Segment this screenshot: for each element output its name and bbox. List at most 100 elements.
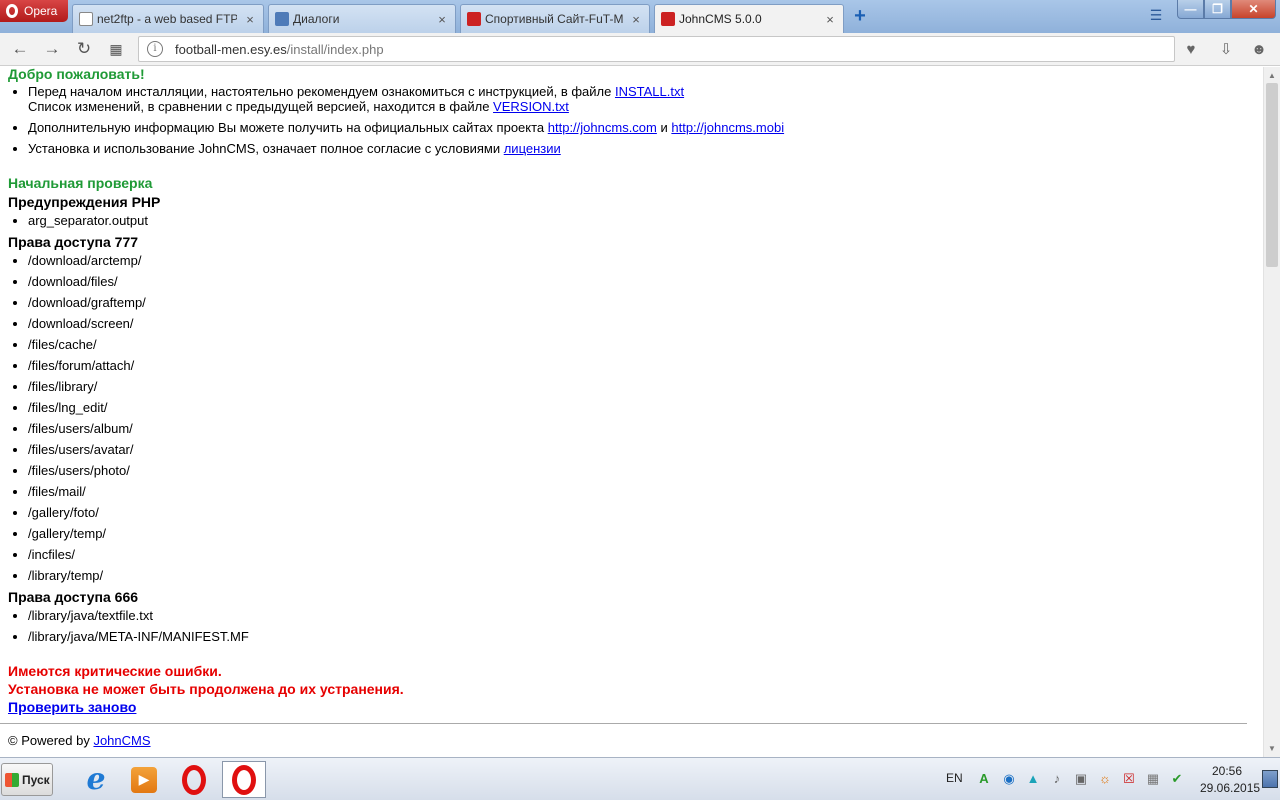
show-desktop-button[interactable] [1262, 770, 1278, 788]
tray-swirl-icon[interactable]: ☼ [1096, 770, 1114, 788]
start-label: Пуск [22, 772, 50, 787]
permissions-666-list: /library/java/textfile.txt/library/java/… [8, 608, 249, 644]
maximize-button[interactable]: ❐ [1204, 0, 1231, 19]
forward-arrow-icon[interactable]: → [40, 38, 64, 60]
clock-time[interactable]: 20:56 [1212, 764, 1242, 778]
opera-taskbar-icon[interactable] [172, 761, 216, 798]
address-url: football-men.esy.es/install/index.php [175, 42, 384, 57]
list-item: Установка и использование JohnCMS, означ… [8, 141, 784, 156]
permissions-777-list: /download/arctemp/ /download/files/ /downl… [8, 253, 146, 583]
tab-dialogs[interactable]: Диалоги × [268, 4, 456, 33]
list-item: arg_separator.output [8, 213, 148, 228]
version-txt-link[interactable]: VERSION.txt [493, 99, 569, 114]
tray-shirt-icon[interactable]: ▲ [1024, 770, 1042, 788]
tab-net2ftp[interactable]: net2ftp - a web based FTP × [72, 4, 264, 33]
back-arrow-icon[interactable]: ← [8, 38, 32, 60]
list-item: /files/forum/attach/ [8, 358, 146, 373]
media-player-icon[interactable]: ▶ [122, 761, 166, 798]
critical-errors-message: Имеются критические ошибки. [8, 663, 222, 679]
johncms-mobi-link[interactable]: http://johncms.mobi [671, 120, 784, 135]
list-item: /gallery/foto/ [8, 505, 146, 520]
browser-toolbar: ← → ↻ ▦ i football-men.esy.es/install/in… [0, 33, 1280, 66]
tab-johncms[interactable]: JohnCMS 5.0.0 × [654, 4, 844, 33]
safely-remove-icon[interactable]: ✔ [1168, 770, 1186, 788]
intro-list: Перед началом инсталляции, настоятельно … [8, 84, 784, 156]
intro-text: Список изменений, в сравнении с предыдущ… [28, 99, 494, 114]
permissions-777-heading: Права доступа 777 [8, 234, 139, 250]
volume-icon[interactable]: ♪ [1048, 770, 1066, 788]
scrollbar-thumb[interactable] [1266, 83, 1278, 267]
account-icon[interactable]: ☻ [1248, 39, 1270, 61]
intro-text: Перед началом инсталляции, настоятельно … [28, 84, 615, 99]
list-item: /download/files/ [8, 274, 146, 289]
footer: © Powered by JohnCMS [8, 733, 151, 748]
johncms-footer-link[interactable]: JohnCMS [93, 733, 150, 748]
power-plug-icon[interactable]: ▣ [1072, 770, 1090, 788]
recheck-link[interactable]: Проверить заново [8, 699, 136, 715]
language-indicator[interactable]: EN [946, 771, 963, 785]
net2ftp-favicon-icon [79, 12, 93, 26]
list-item: /incfiles/ [8, 547, 146, 562]
url-path: /install/index.php [286, 41, 384, 57]
minimize-button[interactable]: — [1177, 0, 1204, 19]
initial-check-heading: Начальная проверка [8, 175, 153, 191]
list-item: Дополнительную информацию Вы можете полу… [8, 120, 784, 135]
list-item: /files/cache/ [8, 337, 146, 352]
list-item: /files/mail/ [8, 484, 146, 499]
tab-sports-site[interactable]: Спортивный Сайт-FuT-M × [460, 4, 650, 33]
url-domain: football-men.esy.es [175, 41, 287, 57]
tab-title: Диалоги [293, 12, 340, 26]
php-warnings-list: arg_separator.output [8, 213, 148, 228]
list-item: /library/temp/ [8, 568, 146, 583]
site-info-icon[interactable]: i [147, 41, 163, 57]
speed-dial-grid-icon[interactable]: ▦ [104, 38, 128, 60]
johncms-com-link[interactable]: http://johncms.com [548, 120, 657, 135]
list-item: /gallery/temp/ [8, 526, 146, 541]
cms-favicon-icon [661, 12, 675, 26]
footer-divider [0, 723, 1247, 724]
intro-text: и [656, 120, 672, 135]
list-item: /files/users/photo/ [8, 463, 146, 478]
network-signal-icon[interactable]: ▦ [1144, 770, 1162, 788]
download-icon[interactable]: ⇩ [1215, 39, 1237, 61]
tab-close-icon[interactable]: × [823, 12, 837, 27]
new-tab-button[interactable]: + [850, 6, 870, 27]
tab-close-icon[interactable]: × [629, 12, 643, 27]
scroll-up-arrow-icon[interactable]: ▲ [1264, 67, 1280, 84]
tray-shield-icon[interactable]: ◉ [1000, 770, 1018, 788]
opera-logo-icon [6, 4, 18, 18]
opera-menu-button[interactable]: Opera [0, 0, 68, 22]
install-txt-link[interactable]: INSTALL.txt [615, 84, 684, 99]
php-warnings-heading: Предупреждения PHP [8, 194, 161, 210]
intro-text: Установка и использование JohnCMS, означ… [28, 141, 504, 156]
internet-explorer-icon[interactable]: e [74, 761, 118, 798]
list-item: /files/library/ [8, 379, 146, 394]
list-item: /library/java/textfile.txt [8, 608, 249, 623]
cannot-continue-message: Установка не может быть продолжена до их… [8, 681, 404, 697]
start-button[interactable]: Пуск [1, 763, 53, 796]
tab-close-icon[interactable]: × [243, 12, 257, 27]
bookmark-heart-icon[interactable]: ♥ [1180, 39, 1202, 61]
list-item: /files/users/album/ [8, 421, 146, 436]
list-item: /files/lng_edit/ [8, 400, 146, 415]
tab-close-icon[interactable]: × [435, 12, 449, 27]
tab-title: JohnCMS 5.0.0 [679, 12, 762, 26]
license-link[interactable]: лицензии [504, 141, 561, 156]
clock-date[interactable]: 29.06.2015 [1200, 781, 1260, 795]
tab-menu-icon[interactable]: ☰ [1146, 7, 1166, 27]
opera-active-window-icon[interactable] [222, 761, 266, 798]
address-bar[interactable]: i football-men.esy.es/install/index.php [138, 36, 1175, 62]
footer-text: © Powered by [8, 733, 94, 748]
intro-text: Дополнительную информацию Вы можете полу… [28, 120, 548, 135]
list-item: Перед началом инсталляции, настоятельно … [8, 84, 784, 114]
list-item: /files/users/avatar/ [8, 442, 146, 457]
tray-a-icon[interactable]: A [975, 770, 993, 788]
reload-icon[interactable]: ↻ [72, 38, 96, 60]
list-item: /library/java/META-INF/MANIFEST.MF [8, 629, 249, 644]
browser-tab-bar: Opera net2ftp - a web based FTP × Диалог… [0, 0, 1280, 33]
scroll-down-arrow-icon[interactable]: ▼ [1264, 740, 1280, 757]
page-content: Добро пожаловать! Перед началом инсталля… [0, 67, 1263, 757]
tray-blocked-icon[interactable]: ☒ [1120, 770, 1138, 788]
vertical-scrollbar[interactable]: ▲ ▼ [1263, 67, 1280, 757]
close-window-button[interactable]: ✕ [1231, 0, 1276, 19]
